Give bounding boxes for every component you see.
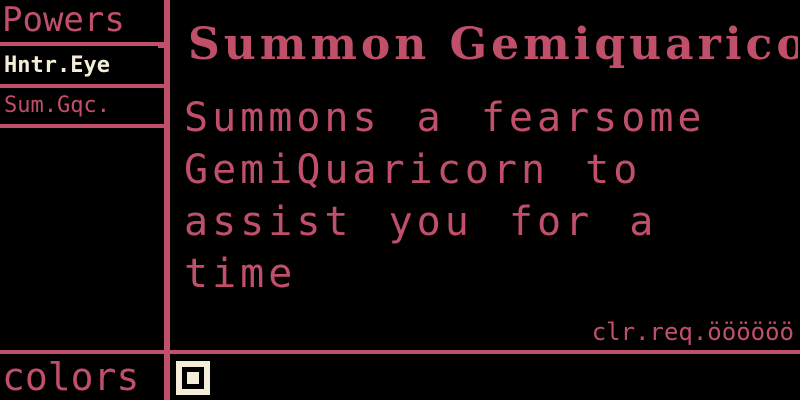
power-item-summon-gemiquaricorn[interactable]: Sum.Gqc. [0, 88, 164, 128]
power-description: Summons a fearsome GemiQuaricorn to assi… [184, 95, 706, 297]
panel-divider-notch [158, 44, 164, 48]
power-item-hunter-eye[interactable]: Hntr.Eye [0, 48, 164, 88]
cooldown-readout: clr.req.öööööö [591, 318, 794, 346]
square-swatch-icon[interactable] [176, 361, 210, 395]
colors-label: colors [2, 355, 140, 399]
power-list: Hntr.Eye Sum.Gqc. [0, 48, 164, 128]
footer-bar: colors [0, 354, 800, 400]
powers-menu: Powers Hntr.Eye Sum.Gqc. [0, 0, 164, 350]
power-title: Summon Gemiquaricorn [188, 19, 798, 70]
menu-title: Powers [2, 0, 125, 40]
game-screen: Powers Hntr.Eye Sum.Gqc. Summon Gemiquar… [0, 0, 800, 400]
menu-title-divider [0, 42, 164, 46]
swatch-inner-frame [182, 367, 204, 389]
power-detail: Summon Gemiquaricorn Summons a fearsome … [170, 0, 800, 350]
swatch-core [187, 372, 199, 384]
